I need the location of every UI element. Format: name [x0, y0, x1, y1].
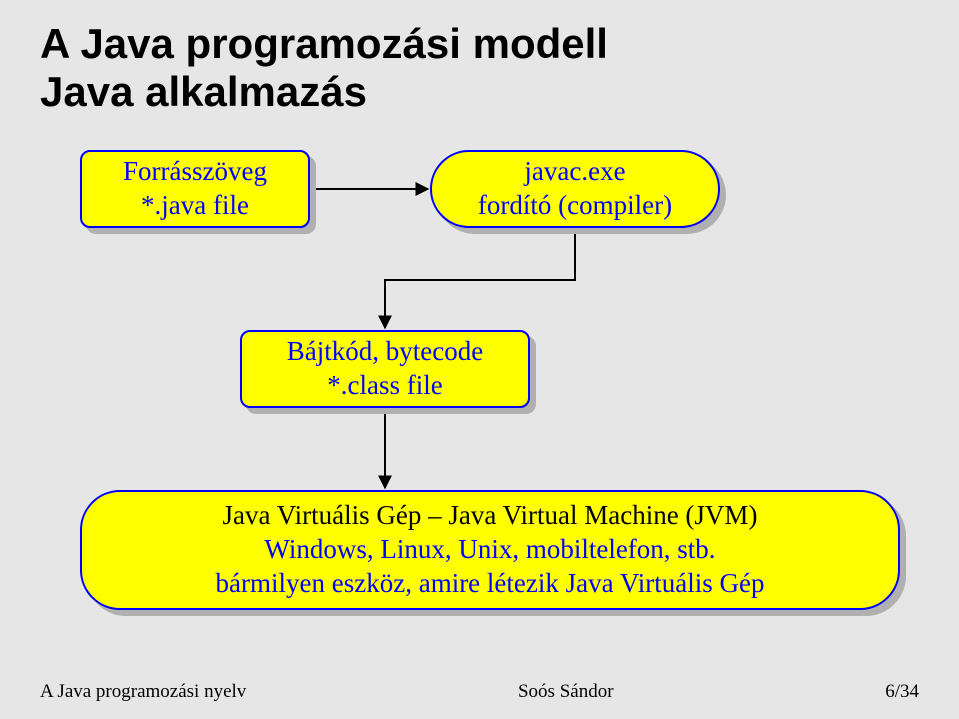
- compiler-line1: javac.exe: [524, 155, 625, 189]
- bytecode-line2: *.class file: [327, 369, 442, 403]
- compiler-line2: fordító (compiler): [478, 189, 672, 223]
- footer-right: 6/34: [885, 681, 919, 703]
- slide: A Java programozási modell Java alkalmaz…: [0, 0, 959, 719]
- node-face: Java Virtuális Gép – Java Virtual Machin…: [80, 490, 900, 610]
- jvm-line3: bármilyen eszköz, amire létezik Java Vir…: [216, 567, 765, 601]
- title-line-1: A Java programozási modell: [40, 20, 608, 67]
- node-compiler: javac.exe fordító (compiler): [430, 150, 720, 228]
- source-line2: *.java file: [141, 189, 249, 223]
- node-face: javac.exe fordító (compiler): [430, 150, 720, 228]
- title-line-2: Java alkalmazás: [40, 68, 919, 116]
- jvm-line2: Windows, Linux, Unix, mobiltelefon, stb.: [264, 533, 715, 567]
- bytecode-line1: Bájtkód, bytecode: [287, 335, 483, 369]
- edge-compiler-bytecode: [385, 230, 575, 328]
- node-source: Forrásszöveg *.java file: [80, 150, 310, 228]
- node-jvm: Java Virtuális Gép – Java Virtual Machin…: [80, 490, 900, 610]
- footer-center: Soós Sándor: [518, 681, 614, 703]
- node-face: Bájtkód, bytecode *.class file: [240, 330, 530, 408]
- slide-footer: A Java programozási nyelv Soós Sándor 6/…: [40, 681, 919, 703]
- source-line1: Forrásszöveg: [123, 155, 267, 189]
- slide-title: A Java programozási modell Java alkalmaz…: [40, 20, 919, 117]
- diagram-area: Forrásszöveg *.java file javac.exe fordí…: [40, 140, 919, 659]
- node-bytecode: Bájtkód, bytecode *.class file: [240, 330, 530, 408]
- footer-left: A Java programozási nyelv: [40, 681, 246, 703]
- jvm-line1: Java Virtuális Gép – Java Virtual Machin…: [223, 499, 758, 533]
- node-face: Forrásszöveg *.java file: [80, 150, 310, 228]
